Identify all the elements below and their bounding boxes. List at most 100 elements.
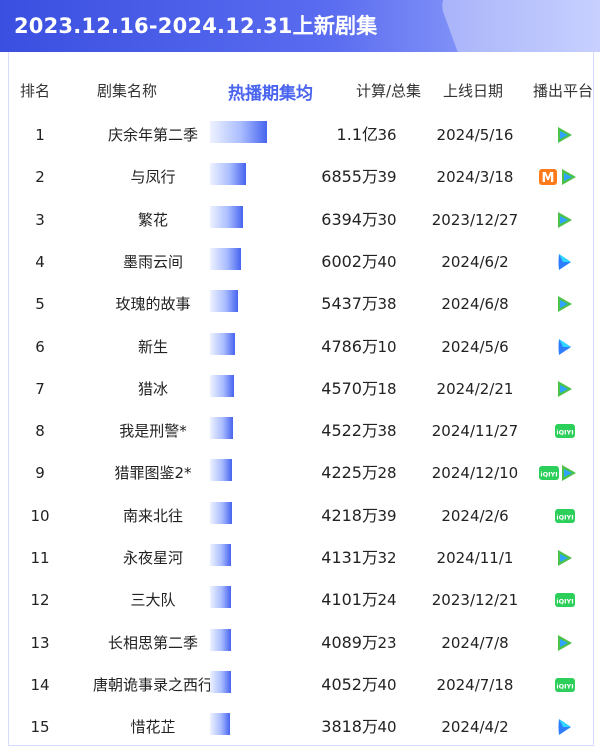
release-date-cell: 2024/2/21 <box>436 379 514 398</box>
table-row: 10 南来北往 4218万 39 2024/2/6 iQIYI <box>8 495 592 537</box>
iqiyi-icon: iQIYI <box>554 590 576 614</box>
table-row: 15 惜花芷 3818万 40 2024/4/2 <box>8 706 592 748</box>
mango-tv-icon: M <box>538 167 558 191</box>
metric-bar <box>210 670 231 693</box>
release-date-cell: 2024/3/18 <box>436 168 514 187</box>
episodes-cell: 40 <box>377 718 397 737</box>
metric-value-label: 6002万 <box>321 251 378 271</box>
svg-text:iQIYI: iQIYI <box>556 513 573 521</box>
metric-value-label: 4089万 <box>321 632 378 652</box>
iqiyi-icon: iQIYI <box>554 421 576 445</box>
platform-cell <box>534 283 592 325</box>
table-row: 13 长相思第二季 4089万 23 2024/7/8 <box>8 622 592 664</box>
metric-value-label: 3818万 <box>321 717 378 737</box>
metric-bar <box>210 417 233 440</box>
episodes-cell: 38 <box>377 295 397 314</box>
rank-cell: 2 <box>35 168 45 187</box>
episodes-cell: 32 <box>377 549 397 567</box>
episodes-cell: 30 <box>377 210 397 229</box>
metric-value-label: 4101万 <box>321 590 378 610</box>
metric-value-label: 6394万 <box>321 209 378 229</box>
header-date: 上线日期 <box>443 82 504 100</box>
metric-bar <box>210 713 230 736</box>
rank-cell: 8 <box>35 422 45 441</box>
table-row: 6 新生 4786万 10 2024/5/6 <box>8 326 592 368</box>
iqiyi-icon: iQIYI <box>554 506 576 530</box>
episodes-cell: 36 <box>377 126 397 144</box>
platform-cell: M <box>534 156 592 198</box>
table-row: 14 唐朝诡事录之西行 4052万 40 2024/7/18 iQIYI <box>8 664 592 706</box>
tencent-video-icon <box>558 296 572 313</box>
svg-text:iQIYI: iQIYI <box>556 598 573 606</box>
tencent-video-icon <box>558 167 578 191</box>
rank-cell: 7 <box>35 379 45 398</box>
platform-cell <box>534 368 592 410</box>
episodes-cell: 28 <box>377 464 397 483</box>
platform-cell: iQIYI <box>534 452 592 494</box>
iqiyi-icon: iQIYI <box>555 593 575 608</box>
rank-cell: 5 <box>35 295 45 314</box>
metric-value-label: 6855万 <box>321 167 378 187</box>
tencent-video-icon <box>554 294 574 318</box>
platform-cell: iQIYI <box>534 664 592 706</box>
platform-cell <box>534 706 592 748</box>
metric-bar <box>210 290 238 313</box>
release-date-cell: 2023/12/21 <box>431 591 519 610</box>
metric-bar <box>210 121 267 143</box>
mango-tv-icon: M <box>539 169 557 186</box>
table-row: 12 三大队 4101万 24 2023/12/21 iQIYI <box>8 579 592 621</box>
release-date-cell: 2024/6/8 <box>441 295 509 314</box>
metric-bar <box>210 586 231 609</box>
release-date-cell: 2024/11/1 <box>436 549 514 567</box>
iqiyi-icon: iQIYI <box>555 424 575 439</box>
release-date-cell: 2024/7/18 <box>436 675 514 694</box>
header-name: 剧集名称 <box>97 82 158 100</box>
iqiyi-icon: iQIYI <box>555 508 575 523</box>
rank-cell: 6 <box>35 337 45 356</box>
metric-value-label: 4218万 <box>321 505 378 525</box>
tencent-video-icon <box>554 548 574 572</box>
platform-cell <box>534 622 592 664</box>
rank-cell: 9 <box>35 464 45 483</box>
platform-cell: iQIYI <box>534 410 592 452</box>
episodes-cell: 39 <box>377 506 397 525</box>
episodes-cell: 38 <box>377 422 397 441</box>
youku-icon <box>554 252 574 276</box>
episodes-cell: 39 <box>377 168 397 187</box>
table-row: 5 玫瑰的故事 5437万 38 2024/6/8 <box>8 283 592 325</box>
platform-cell: iQIYI <box>534 495 592 537</box>
metric-bar <box>210 544 231 566</box>
release-date-cell: 2023/12/27 <box>431 210 519 229</box>
rank-cell: 13 <box>30 633 50 652</box>
platform-cell <box>534 241 592 283</box>
youku-icon <box>558 338 571 355</box>
tencent-video-icon <box>562 169 576 186</box>
platform-cell <box>534 114 592 156</box>
tencent-video-icon <box>554 125 574 149</box>
svg-text:iQIYI: iQIYI <box>556 682 573 690</box>
platform-cell: iQIYI <box>534 579 592 621</box>
table-row: 1 庆余年第二季 1.1亿 36 2024/5/16 <box>8 114 592 156</box>
svg-text:M: M <box>542 171 555 186</box>
rank-cell: 15 <box>30 718 50 737</box>
platform-cell <box>534 199 592 241</box>
tencent-video-icon <box>558 127 572 143</box>
metric-value-label: 4786万 <box>321 336 378 356</box>
episodes-cell: 18 <box>377 379 397 398</box>
release-date-cell: 2024/12/10 <box>431 464 519 483</box>
metric-value-label: 4570万 <box>321 378 378 398</box>
rank-cell: 1 <box>35 126 45 144</box>
metric-bar <box>210 628 231 651</box>
table-row: 9 猎罪图鉴2* 4225万 28 2024/12/10 iQIYI <box>8 452 592 494</box>
rank-cell: 12 <box>30 591 50 610</box>
release-date-cell: 2024/6/2 <box>441 252 509 271</box>
table-row: 4 墨雨云间 6002万 40 2024/6/2 <box>8 241 592 283</box>
rank-cell: 11 <box>30 549 50 567</box>
svg-text:iQIYI: iQIYI <box>540 471 557 479</box>
metric-bar <box>210 459 232 482</box>
release-date-cell: 2024/2/6 <box>441 506 509 525</box>
metric-value-label: 5437万 <box>321 294 378 314</box>
youku-icon <box>554 717 574 741</box>
rank-cell: 4 <box>35 252 45 271</box>
iqiyi-icon: iQIYI <box>538 463 560 487</box>
